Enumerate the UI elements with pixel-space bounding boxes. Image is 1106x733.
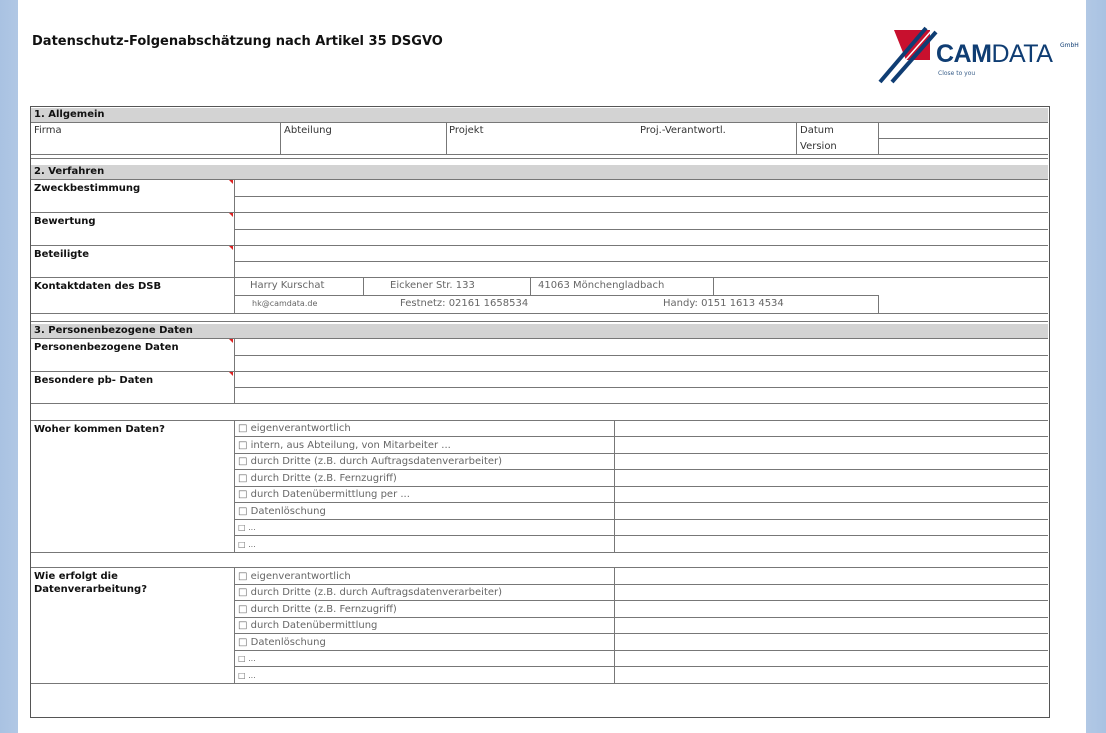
comment-marker-icon[interactable] [229, 213, 233, 217]
label-proj-verantwortlich: Proj.-Verantwortl. [640, 125, 726, 136]
section-header-verfahren: 2. Verfahren [31, 165, 1048, 179]
checkbox-option[interactable]: □ eigenverantwortlich [238, 423, 351, 435]
checkbox-option[interactable]: □ eigenverantwortlich [238, 571, 351, 583]
label-personenbezogene-daten: Personenbezogene Daten [34, 342, 179, 353]
checkbox-option[interactable]: □ durch Datenübermittlung per ... [238, 489, 410, 501]
label-wie-erfolgt-line1: Wie erfolgt die [34, 571, 118, 582]
label-datum: Datum [800, 125, 834, 136]
logo-tagline: Close to you [938, 70, 976, 77]
logo-wordmark: CAMDATA [936, 40, 1053, 68]
checkbox-option[interactable]: □ Datenlöschung [238, 637, 326, 649]
label-abteilung: Abteilung [284, 125, 332, 136]
dsb-email[interactable]: hk@camdata.de [252, 298, 317, 310]
section-header-allgemein: 1. Allgemein [31, 108, 1048, 122]
dsb-festnetz: Festnetz: 02161 1658534 [400, 298, 529, 309]
label-woher-kommen-daten: Woher kommen Daten? [34, 424, 165, 435]
section-header-personenbezogene-daten: 3. Personenbezogene Daten [31, 324, 1048, 338]
checkbox-option[interactable]: □ intern, aus Abteilung, von Mitarbeiter… [238, 440, 451, 452]
comment-marker-icon[interactable] [229, 180, 233, 184]
comment-marker-icon[interactable] [229, 372, 233, 376]
checkbox-option[interactable]: □ ... [238, 522, 256, 534]
comment-marker-icon[interactable] [229, 246, 233, 250]
label-projekt: Projekt [449, 125, 484, 136]
logo-suffix: GmbH [1060, 42, 1079, 49]
checkbox-option[interactable]: □ ... [238, 653, 256, 665]
label-beteiligte: Beteiligte [34, 249, 89, 260]
label-bewertung: Bewertung [34, 216, 96, 227]
comment-marker-icon[interactable] [229, 339, 233, 343]
checkbox-option[interactable]: □ ... [238, 670, 256, 682]
dsb-name: Harry Kurschat [250, 280, 325, 291]
label-wie-erfolgt-line2: Datenverarbeitung? [34, 584, 147, 595]
document-sheet: Datenschutz-Folgenabschätzung nach Artik… [18, 0, 1086, 733]
dsb-city: 41063 Mönchengladbach [538, 280, 665, 291]
label-firma: Firma [34, 125, 62, 136]
checkbox-option[interactable]: □ durch Dritte (z.B. Fernzugriff) [238, 473, 397, 485]
checkbox-option[interactable]: □ durch Dritte (z.B. durch Auftragsdaten… [238, 587, 502, 599]
checkbox-option[interactable]: □ durch Dritte (z.B. Fernzugriff) [238, 604, 397, 616]
checkbox-option[interactable]: □ ... [238, 539, 256, 551]
checkbox-option[interactable]: □ durch Datenübermittlung [238, 620, 377, 632]
form-frame [30, 106, 1050, 718]
label-kontaktdaten-dsb: Kontaktdaten des DSB [34, 281, 162, 292]
logo-mark-icon [878, 26, 938, 84]
dsb-street: Eickener Str. 133 [390, 280, 475, 291]
camdata-logo: CAMDATA GmbH Close to you [878, 26, 1079, 86]
label-zweckbestimmung: Zweckbestimmung [34, 183, 141, 194]
document-title: Datenschutz-Folgenabschätzung nach Artik… [32, 34, 443, 49]
label-version: Version [800, 141, 837, 152]
label-besondere-pb-daten: Besondere pb- Daten [34, 375, 154, 386]
dsb-handy: Handy: 0151 1613 4534 [663, 298, 784, 309]
checkbox-option[interactable]: □ durch Dritte (z.B. durch Auftragsdaten… [238, 456, 502, 468]
checkbox-option[interactable]: □ Datenlöschung [238, 506, 326, 518]
